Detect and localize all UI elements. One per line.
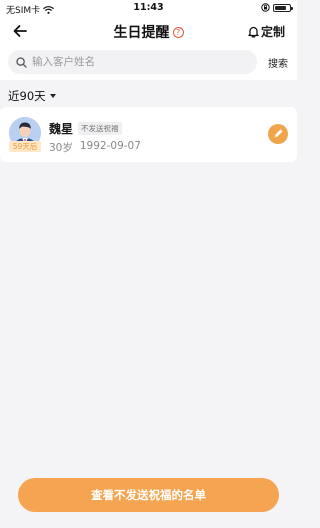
bell-icon (248, 26, 259, 37)
battery-icon (273, 3, 293, 12)
view-no-greeting-list-button[interactable]: 查看不发送祝福的名单 (18, 478, 279, 512)
edit-button[interactable] (268, 124, 288, 144)
help-icon[interactable]: ? (172, 26, 184, 38)
filter-label: 近90天 (8, 89, 46, 103)
status-bar: 无SIM卡 11:43 (0, 0, 297, 16)
battery-fill (275, 5, 286, 10)
customer-age: 30岁 (49, 142, 73, 154)
page-title: 生日提醒 (113, 25, 170, 41)
customer-card[interactable]: 59天后 魏星 不发送祝福 30岁 1992-09-07 (0, 107, 297, 162)
info-line: 30岁 1992-09-07 (49, 140, 141, 155)
status-right (261, 3, 293, 12)
customize-button[interactable]: 定制 (248, 23, 285, 40)
customer-birthday: 1992-09-07 (79, 140, 141, 152)
lock-rotation-icon (261, 3, 270, 12)
name-line: 魏星 不发送祝福 (49, 120, 122, 137)
search-input[interactable] (32, 56, 232, 68)
status-time: 11:43 (133, 2, 164, 13)
search-row: 搜索 (0, 46, 297, 80)
days-until-badge: 59天后 (9, 141, 41, 152)
no-greeting-tag: 不发送祝福 (78, 122, 122, 135)
search-icon (16, 56, 27, 68)
customer-name: 魏星 (49, 122, 74, 136)
caret-down-icon (49, 94, 56, 98)
customize-label: 定制 (260, 25, 285, 39)
pencil-icon (274, 129, 283, 138)
search-button[interactable]: 搜索 (268, 55, 288, 70)
nav-bar: 生日提醒 ? 定制 (0, 16, 297, 46)
date-range-filter[interactable]: 近90天 (8, 88, 56, 104)
search-box[interactable] (8, 50, 257, 74)
